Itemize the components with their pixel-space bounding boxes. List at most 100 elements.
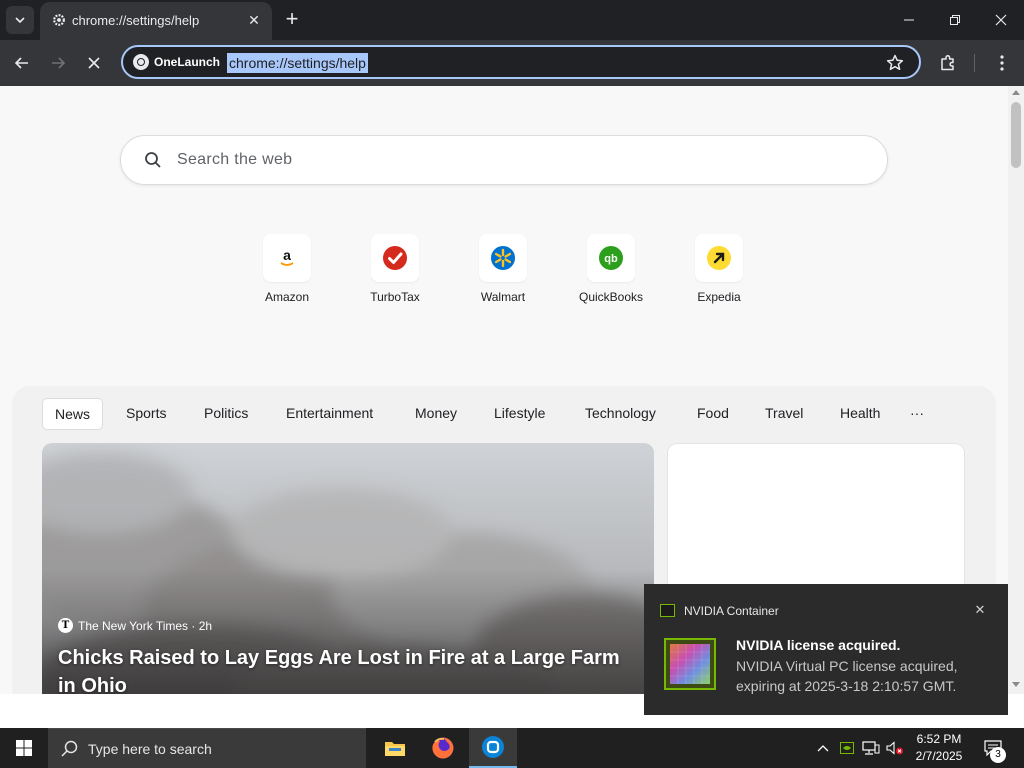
- address-bar[interactable]: OneLaunch chrome://settings/help: [121, 45, 921, 79]
- new-tab-button[interactable]: +: [280, 8, 304, 32]
- shortcut-quickbooks[interactable]: qb QuickBooks: [566, 232, 656, 312]
- shortcut-label: TurboTax: [370, 290, 420, 304]
- onelaunch-app-icon: [482, 736, 504, 758]
- notification-count-badge: 3: [990, 747, 1006, 763]
- clock-date[interactable]: 2/7/2025: [906, 749, 972, 763]
- toast-app-name: NVIDIA Container: [684, 604, 779, 618]
- nvidia-app-icon: [660, 604, 675, 617]
- chevron-down-icon: [15, 17, 25, 23]
- bookmark-star-icon[interactable]: [885, 53, 905, 73]
- browser-menu-button[interactable]: [988, 49, 1016, 77]
- shortcut-label: Expedia: [697, 290, 741, 304]
- tray-volume[interactable]: [884, 728, 906, 768]
- restore-icon: [950, 15, 960, 25]
- nvidia-tray-icon: [840, 742, 854, 754]
- category-tab-entertainment[interactable]: Entertainment: [274, 398, 385, 430]
- search-icon: [145, 152, 161, 168]
- forward-button[interactable]: [44, 49, 72, 77]
- start-button[interactable]: [0, 728, 48, 768]
- web-search-input[interactable]: Search the web: [120, 135, 888, 185]
- news-source: T The New York Times · 2h: [58, 618, 212, 633]
- page-scrollbar[interactable]: [1008, 86, 1024, 694]
- amazon-icon: a: [263, 234, 311, 282]
- windows-logo-icon: [16, 740, 32, 756]
- tab-search-button[interactable]: [6, 6, 34, 34]
- shortcut-amazon[interactable]: a Amazon: [242, 232, 332, 312]
- url-text[interactable]: chrome://settings/help: [227, 53, 368, 73]
- category-tab-news[interactable]: News: [42, 398, 104, 430]
- walmart-icon: [479, 234, 527, 282]
- category-tab-money[interactable]: Money: [403, 398, 469, 430]
- browser-toolbar: OneLaunch chrome://settings/help: [0, 40, 1024, 86]
- category-tab-sports[interactable]: Sports: [114, 398, 178, 430]
- news-source-label: The New York Times · 2h: [78, 618, 213, 633]
- category-tab-health[interactable]: Health: [828, 398, 892, 430]
- onelaunch-chip[interactable]: OneLaunch: [129, 51, 226, 73]
- shortcut-expedia[interactable]: Expedia: [674, 232, 764, 312]
- hero-news-card[interactable]: T The New York Times · 2h Chicks Raised …: [42, 443, 654, 694]
- category-tab-politics[interactable]: Politics: [192, 398, 260, 430]
- svg-text:qb: qb: [604, 253, 618, 265]
- news-headline[interactable]: Chicks Raised to Lay Eggs Are Lost in Fi…: [58, 644, 638, 694]
- nyt-logo-icon: T: [58, 618, 73, 633]
- tab-strip: chrome://settings/help ✕ +: [0, 0, 1024, 40]
- tab-active[interactable]: chrome://settings/help ✕: [40, 2, 272, 40]
- tab-close-icon[interactable]: ✕: [246, 12, 262, 28]
- windows-taskbar: Type here to search 6:52 PM 2/7/2025 3: [0, 728, 1024, 768]
- folder-icon: [385, 742, 405, 756]
- network-icon: [862, 741, 880, 755]
- extensions-button[interactable]: [934, 49, 962, 77]
- toast-close-icon[interactable]: ✕: [972, 602, 988, 618]
- taskbar-file-explorer[interactable]: [371, 728, 419, 768]
- quickbooks-icon: qb: [587, 234, 635, 282]
- taskbar-search-box[interactable]: Type here to search: [48, 728, 366, 768]
- gpu-chip-icon: [664, 638, 716, 690]
- scroll-up-arrow-icon[interactable]: [1012, 90, 1020, 95]
- taskbar-onelaunch[interactable]: [469, 728, 517, 768]
- minimize-button[interactable]: [886, 0, 932, 40]
- shortcut-label: Walmart: [480, 290, 526, 304]
- nvidia-notification-toast[interactable]: NVIDIA Container ✕ NVIDIA license acquir…: [644, 584, 1008, 715]
- taskbar-firefox[interactable]: [419, 728, 467, 768]
- stop-x-icon: [88, 57, 100, 69]
- category-tab-travel[interactable]: Travel: [753, 398, 815, 430]
- svg-text:a: a: [283, 247, 291, 263]
- chevron-up-icon: [817, 745, 829, 752]
- puzzle-icon: [941, 54, 954, 71]
- scroll-down-arrow-icon[interactable]: [1012, 682, 1020, 687]
- tray-nvidia[interactable]: [836, 728, 858, 768]
- window-close-button[interactable]: [978, 0, 1024, 40]
- arrow-left-icon: [14, 57, 28, 69]
- close-icon: [995, 14, 1007, 26]
- shortcut-label: Amazon: [264, 290, 310, 304]
- search-icon: [61, 740, 78, 757]
- back-button[interactable]: [8, 49, 36, 77]
- minimize-icon: [904, 19, 914, 21]
- tray-network[interactable]: [860, 728, 882, 768]
- toast-title: NVIDIA license acquired.: [736, 637, 901, 653]
- shortcut-label: QuickBooks: [578, 290, 644, 304]
- clock-time[interactable]: 6:52 PM: [906, 732, 972, 746]
- stop-loading-button[interactable]: [80, 49, 108, 77]
- shortcut-walmart[interactable]: Walmart: [458, 232, 548, 312]
- onelaunch-label: OneLaunch: [154, 55, 221, 69]
- onelaunch-icon: [133, 54, 149, 70]
- toolbar-divider: [974, 54, 975, 72]
- expedia-icon: [695, 234, 743, 282]
- shortcut-turbotax[interactable]: TurboTax: [350, 232, 440, 312]
- category-tab-lifestyle[interactable]: Lifestyle: [482, 398, 557, 430]
- arrow-right-icon: [52, 57, 66, 69]
- scroll-thumb[interactable]: [1011, 102, 1021, 168]
- firefox-icon: [432, 737, 454, 759]
- more-vertical-icon: [1000, 55, 1004, 71]
- category-tab-technology[interactable]: Technology: [573, 398, 668, 430]
- more-categories-button[interactable]: ···: [898, 398, 936, 430]
- toast-body: NVIDIA Virtual PC license acquired, expi…: [736, 658, 958, 694]
- category-tab-food[interactable]: Food: [685, 398, 741, 430]
- show-hidden-icons-button[interactable]: [812, 728, 834, 768]
- restore-button[interactable]: [932, 0, 978, 40]
- tab-title: chrome://settings/help: [72, 13, 200, 28]
- volume-muted-icon: [886, 741, 903, 755]
- settings-gear-icon: [53, 14, 65, 26]
- turbotax-icon: [371, 234, 419, 282]
